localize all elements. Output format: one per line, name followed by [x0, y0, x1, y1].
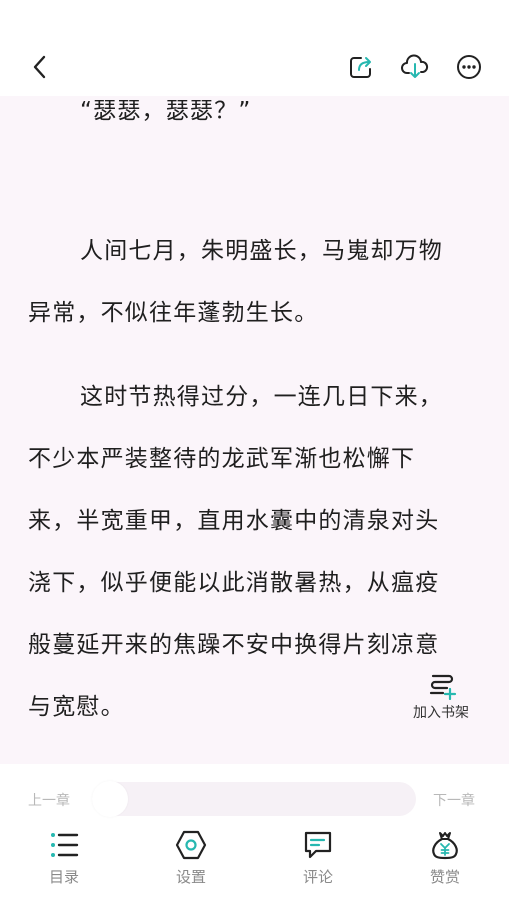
list-icon — [51, 833, 79, 857]
bottom-panel: 上一章 下一章 目录 设置 评论 赞赏 — [0, 764, 509, 906]
more-button[interactable] — [451, 49, 487, 85]
share-icon — [350, 57, 371, 78]
add-to-shelf-button[interactable]: 加入书架 — [402, 664, 480, 730]
next-chapter-button[interactable]: 下一章 — [433, 790, 475, 810]
back-button[interactable] — [22, 49, 58, 85]
add-to-shelf-label: 加入书架 — [413, 705, 469, 721]
prev-chapter-button[interactable]: 上一章 — [28, 790, 70, 810]
chevron-left-icon — [33, 55, 46, 79]
cloud-download-icon — [401, 54, 429, 78]
progress-slider-thumb[interactable] — [92, 781, 128, 817]
tab-label: 设置 — [175, 868, 206, 886]
tab-reward[interactable]: 赞赏 — [405, 830, 485, 890]
text-line: 浇下，似乎便能以此消散暑热，从瘟疫 — [28, 570, 440, 596]
top-bar — [0, 0, 509, 96]
text-line: 来，半宽重甲，直用水囊中的清泉对头 — [28, 508, 440, 534]
tab-comments[interactable]: 评论 — [278, 830, 358, 890]
more-dots-icon — [457, 55, 481, 79]
reward-bag-icon — [432, 832, 458, 860]
tab-catalog[interactable]: 目录 — [24, 830, 104, 890]
text-line: “瑟瑟，瑟瑟？” — [80, 98, 252, 124]
text-line: 这时节热得过分，一连几日下来， — [80, 384, 443, 410]
settings-hexagon-icon — [175, 830, 207, 860]
text-line: 人间七月，朱明盛长，马嵬却万物 — [80, 238, 443, 264]
chapter-progress-slider[interactable] — [92, 782, 416, 816]
text-line: 不少本严装整待的龙武军渐也松懈下 — [28, 446, 416, 472]
tab-label: 目录 — [48, 868, 79, 886]
share-button[interactable] — [343, 49, 379, 85]
text-line: 异常，不似往年蓬勃生长。 — [28, 300, 319, 326]
tab-settings[interactable]: 设置 — [151, 830, 231, 890]
tab-label: 赞赏 — [429, 868, 460, 886]
tab-label: 评论 — [302, 868, 333, 886]
download-button[interactable] — [397, 49, 433, 85]
add-to-shelf-icon — [429, 674, 457, 700]
comment-icon — [304, 831, 332, 859]
